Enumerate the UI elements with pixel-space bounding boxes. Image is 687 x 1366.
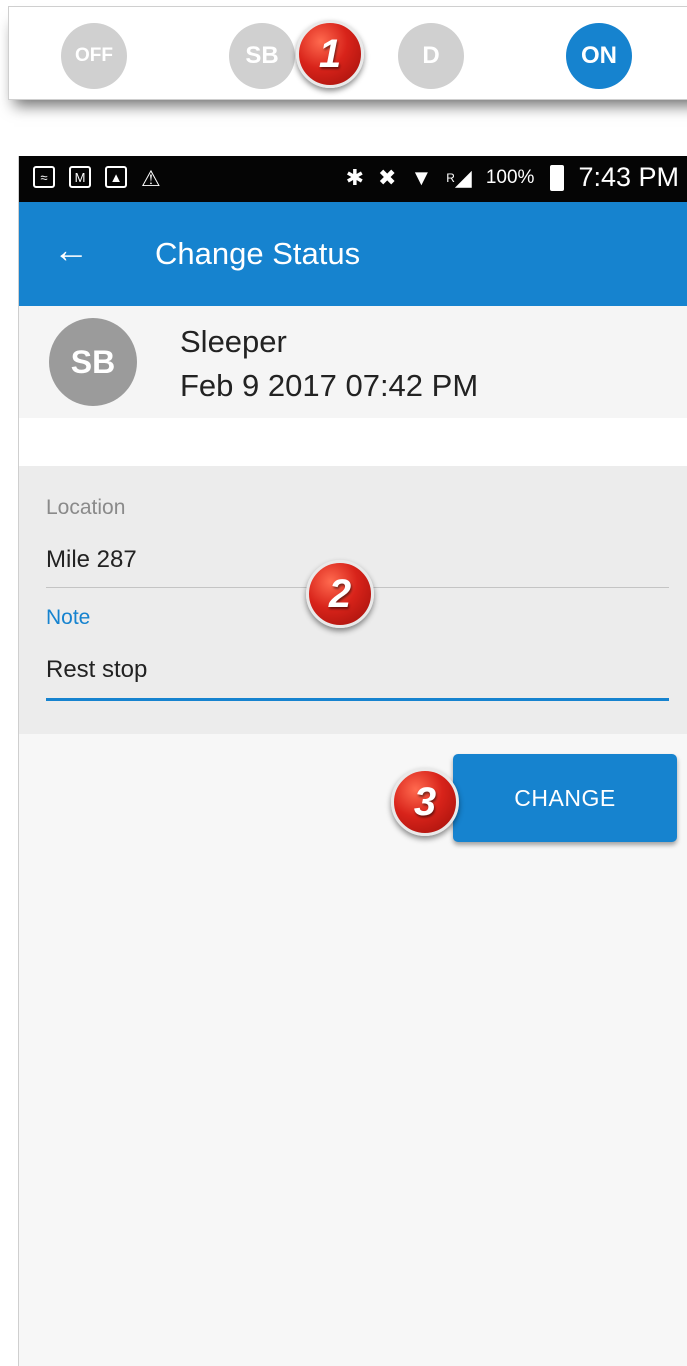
location-label: Location	[46, 496, 126, 519]
back-arrow-icon[interactable]: ←	[53, 230, 89, 270]
battery-icon	[550, 164, 565, 191]
note-underline	[46, 698, 669, 701]
signal-roaming-icon: R ◢	[446, 164, 472, 190]
note-label: Note	[46, 606, 91, 629]
bluetooth-icon: ✱	[345, 164, 365, 190]
app-bar: ← Change Status	[19, 202, 687, 306]
image-icon: ▲	[105, 166, 127, 188]
battery-percent: 100%	[485, 166, 535, 188]
location-field[interactable]: Mile 287	[46, 546, 137, 574]
on-duty-label: ON	[581, 42, 617, 69]
status-avatar: SB	[49, 318, 137, 406]
note-field[interactable]: Rest stop	[46, 656, 147, 684]
mute-icon: ✖	[378, 164, 397, 190]
change-button[interactable]: CHANGE	[453, 754, 677, 842]
android-status-bar: ≈ M ▲ ⚠ ✱ ✖ ▼ R ◢ 100% 7:43 PM	[19, 156, 687, 202]
off-duty-button[interactable]: OFF	[61, 23, 127, 89]
roaming-indicator: R	[446, 170, 455, 185]
callout-marker-1: 1	[296, 20, 364, 88]
driving-label: D	[422, 42, 440, 69]
status-name: Sleeper	[180, 324, 287, 359]
driving-button[interactable]: D	[398, 23, 464, 89]
page-title: Change Status	[155, 236, 361, 271]
off-duty-label: OFF	[75, 45, 113, 66]
warning-icon: ⚠	[141, 166, 161, 191]
clock: 7:43 PM	[578, 162, 679, 192]
divider-gap	[19, 418, 687, 466]
gmail-icon: M	[69, 166, 91, 188]
sleeper-button[interactable]: SB	[229, 23, 295, 89]
phone-screen: ≈ M ▲ ⚠ ✱ ✖ ▼ R ◢ 100% 7:43 PM ← Change S…	[18, 156, 687, 1366]
sleeper-label: SB	[245, 42, 279, 69]
status-timestamp: Feb 9 2017 07:42 PM	[180, 368, 479, 403]
wifi-icon: ▼	[410, 164, 433, 190]
cast-icon: ≈	[33, 166, 55, 188]
current-status-card: SB Sleeper Feb 9 2017 07:42 PM	[19, 306, 687, 418]
callout-marker-2: 2	[306, 560, 374, 628]
callout-marker-3: 3	[391, 768, 459, 836]
on-duty-button[interactable]: ON	[566, 23, 632, 89]
